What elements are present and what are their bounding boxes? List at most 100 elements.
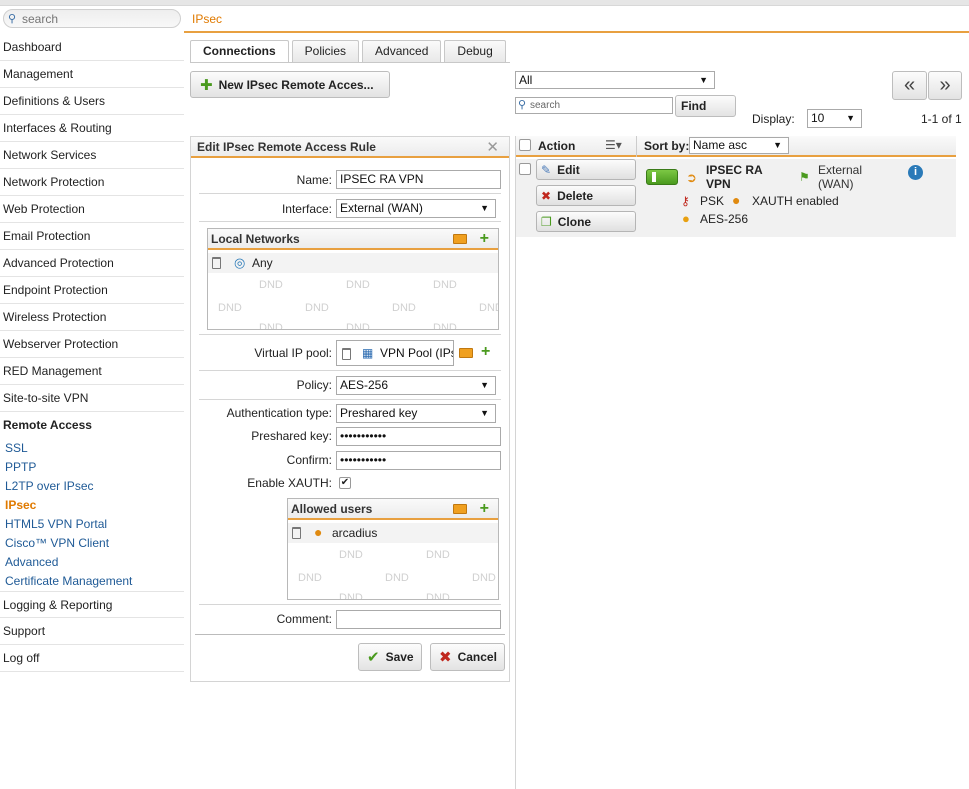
- sidebar-item-site-to-site-vpn[interactable]: Site-to-site VPN: [0, 385, 184, 412]
- save-button[interactable]: ✔ Save: [358, 643, 422, 671]
- sort-select[interactable]: Name asc ▼: [689, 137, 789, 154]
- user-icon: ●: [732, 192, 741, 208]
- sidebar-subitem-certificate-management[interactable]: Certificate Management: [0, 572, 184, 591]
- sidebar-item-web-protection[interactable]: Web Protection: [0, 196, 184, 223]
- column-menu-icon[interactable]: ☰▾: [605, 138, 622, 152]
- sidebar-subitem-pptp[interactable]: PPTP: [0, 458, 184, 477]
- sidebar-subitem-cisco-vpn-client[interactable]: Cisco™ VPN Client: [0, 534, 184, 553]
- xauth-label: Enable XAUTH:: [247, 476, 332, 490]
- tab-connections[interactable]: Connections: [190, 40, 289, 63]
- sidebar-item-endpoint-protection[interactable]: Endpoint Protection: [0, 277, 184, 304]
- trash-icon[interactable]: [292, 527, 301, 539]
- divider: [199, 370, 501, 371]
- auth-type-select[interactable]: Preshared key ▼: [336, 404, 496, 423]
- sidebar-subitem-html5-vpn-portal[interactable]: HTML5 VPN Portal: [0, 515, 184, 534]
- folder-icon[interactable]: [453, 234, 467, 244]
- folder-icon[interactable]: [453, 504, 467, 514]
- sidebar-item-interfaces-routing[interactable]: Interfaces & Routing: [0, 115, 184, 142]
- prev-page-button[interactable]: «: [892, 71, 927, 100]
- sidebar-item-management[interactable]: Management: [0, 61, 184, 88]
- virtual-ip-pool-field[interactable]: ▦ VPN Pool (IPs: [336, 340, 454, 366]
- edit-panel-header: Edit IPsec Remote Access Rule ✕: [191, 137, 509, 158]
- prev-page-icon: «: [903, 74, 916, 96]
- divider: [199, 221, 501, 222]
- row-checkbox[interactable]: [519, 163, 531, 175]
- sidebar-item-network-protection[interactable]: Network Protection: [0, 169, 184, 196]
- sidebar-item-advanced-protection[interactable]: Advanced Protection: [0, 250, 184, 277]
- clone-button[interactable]: ❐ Clone: [536, 211, 636, 232]
- local-networks-box[interactable]: Local Networks + ◎ Any DND DND DND DND D…: [207, 228, 499, 330]
- sidebar-item-support[interactable]: Support: [0, 618, 184, 645]
- display-count-select[interactable]: 10 ▼: [807, 109, 862, 128]
- allowed-users-box[interactable]: Allowed users + ● arcadius DND DND DND D…: [287, 498, 499, 600]
- folder-icon[interactable]: [459, 348, 473, 358]
- trash-icon[interactable]: [342, 348, 351, 360]
- sidebar-item-red-management[interactable]: RED Management: [0, 358, 184, 385]
- tab-policies[interactable]: Policies: [291, 40, 360, 62]
- comment-field[interactable]: [336, 610, 501, 629]
- add-icon[interactable]: +: [480, 501, 489, 517]
- interface-value: External (WAN): [340, 201, 423, 215]
- sidebar-subitem-l2tp[interactable]: L2TP over IPsec: [0, 477, 184, 496]
- policy-select[interactable]: AES-256 ▼: [336, 376, 496, 395]
- cancel-button[interactable]: ✖ Cancel: [430, 643, 505, 671]
- sidebar-subitem-advanced[interactable]: Advanced: [0, 553, 184, 572]
- sidebar-search[interactable]: ⚲: [3, 9, 181, 28]
- dropdown-arrow-icon: ▼: [480, 203, 489, 213]
- plus-icon: ✚: [200, 76, 213, 94]
- sidebar-subitem-ssl[interactable]: SSL: [0, 439, 184, 458]
- list-search-input[interactable]: ⚲ search: [515, 97, 673, 114]
- dnd-hint: DND: [298, 572, 322, 584]
- local-network-entry[interactable]: ◎ Any: [208, 253, 498, 273]
- divider: [195, 634, 505, 635]
- sidebar-subitem-ipsec[interactable]: IPsec: [0, 496, 184, 515]
- enable-toggle[interactable]: [646, 169, 678, 185]
- confirm-field[interactable]: •••••••••••: [336, 451, 501, 470]
- name-field[interactable]: IPSEC RA VPN: [336, 170, 501, 189]
- select-all-checkbox[interactable]: [519, 139, 531, 151]
- divider: [199, 399, 501, 400]
- sort-label: Sort by:: [644, 139, 690, 153]
- xauth-checkbox[interactable]: ✔: [339, 477, 351, 489]
- add-icon[interactable]: +: [480, 231, 489, 247]
- tab-debug[interactable]: Debug: [444, 40, 506, 62]
- sidebar-item-remote-access[interactable]: Remote Access: [0, 412, 184, 439]
- display-label: Display:: [752, 112, 795, 126]
- dnd-hint: DND: [479, 302, 498, 314]
- edit-button[interactable]: ✎ Edit: [536, 159, 636, 180]
- sidebar-item-webserver-protection[interactable]: Webserver Protection: [0, 331, 184, 358]
- allowed-user-entry[interactable]: ● arcadius: [288, 523, 498, 543]
- sidebar-search-input[interactable]: [22, 11, 172, 26]
- sidebar-item-wireless-protection[interactable]: Wireless Protection: [0, 304, 184, 331]
- filter-select[interactable]: All ▼: [515, 71, 715, 89]
- column-divider: [636, 136, 637, 157]
- delete-button[interactable]: ✖ Delete: [536, 185, 636, 206]
- info-icon[interactable]: i: [908, 165, 923, 180]
- cancel-x-icon: ✖: [439, 649, 452, 666]
- dnd-hint: DND: [339, 592, 363, 600]
- tab-advanced[interactable]: Advanced: [362, 40, 442, 62]
- sidebar-item-logging-reporting[interactable]: Logging & Reporting: [0, 591, 184, 618]
- close-icon[interactable]: ✕: [486, 138, 499, 156]
- sidebar-item-log-off[interactable]: Log off: [0, 645, 184, 672]
- clone-icon: ❐: [541, 214, 552, 229]
- rule-name[interactable]: IPSEC RA VPN: [706, 163, 786, 191]
- sidebar-item-email-protection[interactable]: Email Protection: [0, 223, 184, 250]
- sidebar-item-dashboard[interactable]: Dashboard: [0, 34, 184, 61]
- dnd-hint: DND: [426, 549, 450, 561]
- add-icon[interactable]: +: [481, 344, 490, 360]
- tab-bar: Connections Policies Advanced Debug: [190, 40, 509, 63]
- preshared-key-field[interactable]: •••••••••••: [336, 427, 501, 446]
- divider: [199, 604, 501, 605]
- dnd-hint: DND: [346, 279, 370, 291]
- interface-select[interactable]: External (WAN) ▼: [336, 199, 496, 218]
- dnd-hint: DND: [433, 322, 457, 330]
- trash-icon[interactable]: [212, 257, 221, 269]
- preshared-key-value: •••••••••••: [340, 429, 387, 443]
- sidebar-item-network-services[interactable]: Network Services: [0, 142, 184, 169]
- dnd-hint: DND: [433, 279, 457, 291]
- sidebar-item-definitions-users[interactable]: Definitions & Users: [0, 88, 184, 115]
- next-page-button[interactable]: »: [928, 71, 962, 100]
- find-button[interactable]: Find: [675, 95, 736, 117]
- new-ipsec-rule-button[interactable]: ✚ New IPsec Remote Acces...: [190, 71, 390, 98]
